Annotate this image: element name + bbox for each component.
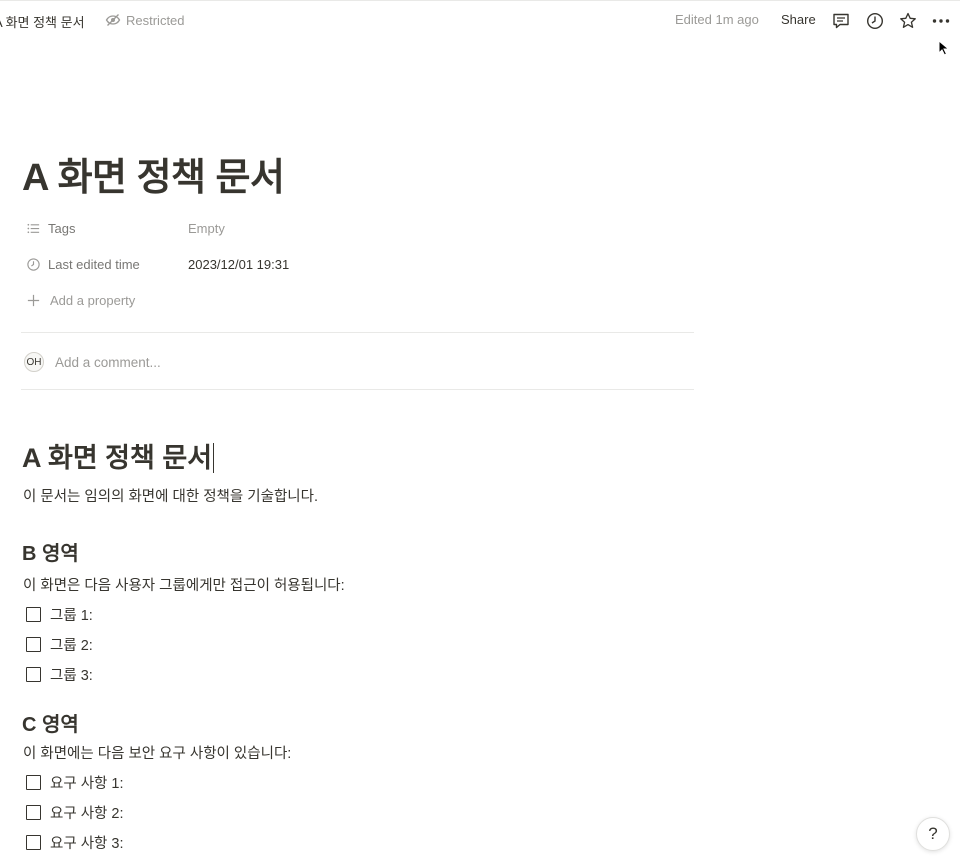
add-property-button[interactable]: Add a property xyxy=(26,288,135,312)
heading-text: A 화면 정책 문서 xyxy=(22,443,213,473)
todo-text[interactable]: 요구 사항 3: xyxy=(50,832,124,853)
comment-input-row[interactable]: OH Add a comment... xyxy=(24,352,161,372)
checkbox[interactable] xyxy=(26,667,41,682)
todo-text[interactable]: 그룹 2: xyxy=(50,634,93,655)
add-property-label: Add a property xyxy=(50,292,136,308)
restricted-indicator[interactable]: Restricted xyxy=(105,12,185,28)
plus-icon xyxy=(26,292,42,308)
paragraph-section-b[interactable]: 이 화면은 다음 사용자 그룹에게만 접근이 허용됩니다: xyxy=(23,574,345,595)
clock-icon[interactable] xyxy=(864,10,886,32)
comment-icon[interactable] xyxy=(830,10,852,32)
checkbox[interactable] xyxy=(26,805,41,820)
paragraph-intro[interactable]: 이 문서는 임의의 화면에 대한 정책을 기술합니다. xyxy=(23,485,318,506)
heading-section-c[interactable]: C 영역 xyxy=(22,708,79,737)
comment-input[interactable]: Add a comment... xyxy=(55,355,161,370)
todo-text[interactable]: 그룹 3: xyxy=(50,664,93,685)
todo-text[interactable]: 요구 사항 1: xyxy=(50,772,124,793)
clock-icon xyxy=(26,256,42,272)
property-row-tags[interactable]: Tags Empty xyxy=(26,216,225,240)
avatar: OH xyxy=(24,352,44,372)
top-bar: A 화면 정책 문서 Restricted Edited 1m ago Shar… xyxy=(0,0,960,40)
todo-item[interactable]: 그룹 2: xyxy=(26,634,93,655)
property-value: 2023/12/01 19:31 xyxy=(188,256,290,272)
todo-text[interactable]: 그룹 1: xyxy=(50,604,93,625)
todo-item[interactable]: 요구 사항 3: xyxy=(26,832,124,853)
checkbox[interactable] xyxy=(26,637,41,652)
todo-item[interactable]: 그룹 3: xyxy=(26,664,93,685)
checkbox[interactable] xyxy=(26,775,41,790)
heading-section-b[interactable]: B 영역 xyxy=(22,537,79,566)
notion-page: A 화면 정책 문서 Restricted Edited 1m ago Shar… xyxy=(0,0,960,863)
eye-off-icon xyxy=(105,14,121,26)
edited-status[interactable]: Edited 1m ago xyxy=(675,12,759,27)
divider xyxy=(21,389,694,390)
text-cursor xyxy=(213,443,215,473)
todo-item[interactable]: 그룹 1: xyxy=(26,604,93,625)
property-row-last-edited[interactable]: Last edited time 2023/12/01 19:31 xyxy=(26,252,289,276)
list-icon xyxy=(26,220,42,236)
divider xyxy=(21,332,694,333)
property-value[interactable]: Empty xyxy=(188,221,225,236)
help-button[interactable]: ? xyxy=(916,817,950,851)
restricted-label: Restricted xyxy=(126,12,185,28)
share-button[interactable]: Share xyxy=(781,12,816,27)
breadcrumb[interactable]: A 화면 정책 문서 xyxy=(0,12,85,31)
todo-item[interactable]: 요구 사항 1: xyxy=(26,772,124,793)
star-icon[interactable] xyxy=(897,10,919,32)
more-icon[interactable] xyxy=(930,10,952,32)
property-name: Last edited time xyxy=(48,256,140,272)
page-title[interactable]: A 화면 정책 문서 xyxy=(22,146,285,201)
todo-text[interactable]: 요구 사항 2: xyxy=(50,802,124,823)
checkbox[interactable] xyxy=(26,607,41,622)
checkbox[interactable] xyxy=(26,835,41,850)
todo-item[interactable]: 요구 사항 2: xyxy=(26,802,124,823)
paragraph-section-c[interactable]: 이 화면에는 다음 보안 요구 사항이 있습니다: xyxy=(23,742,291,763)
mouse-pointer-icon xyxy=(938,40,950,56)
property-name: Tags xyxy=(48,220,76,236)
heading-1[interactable]: A 화면 정책 문서 xyxy=(22,436,215,475)
